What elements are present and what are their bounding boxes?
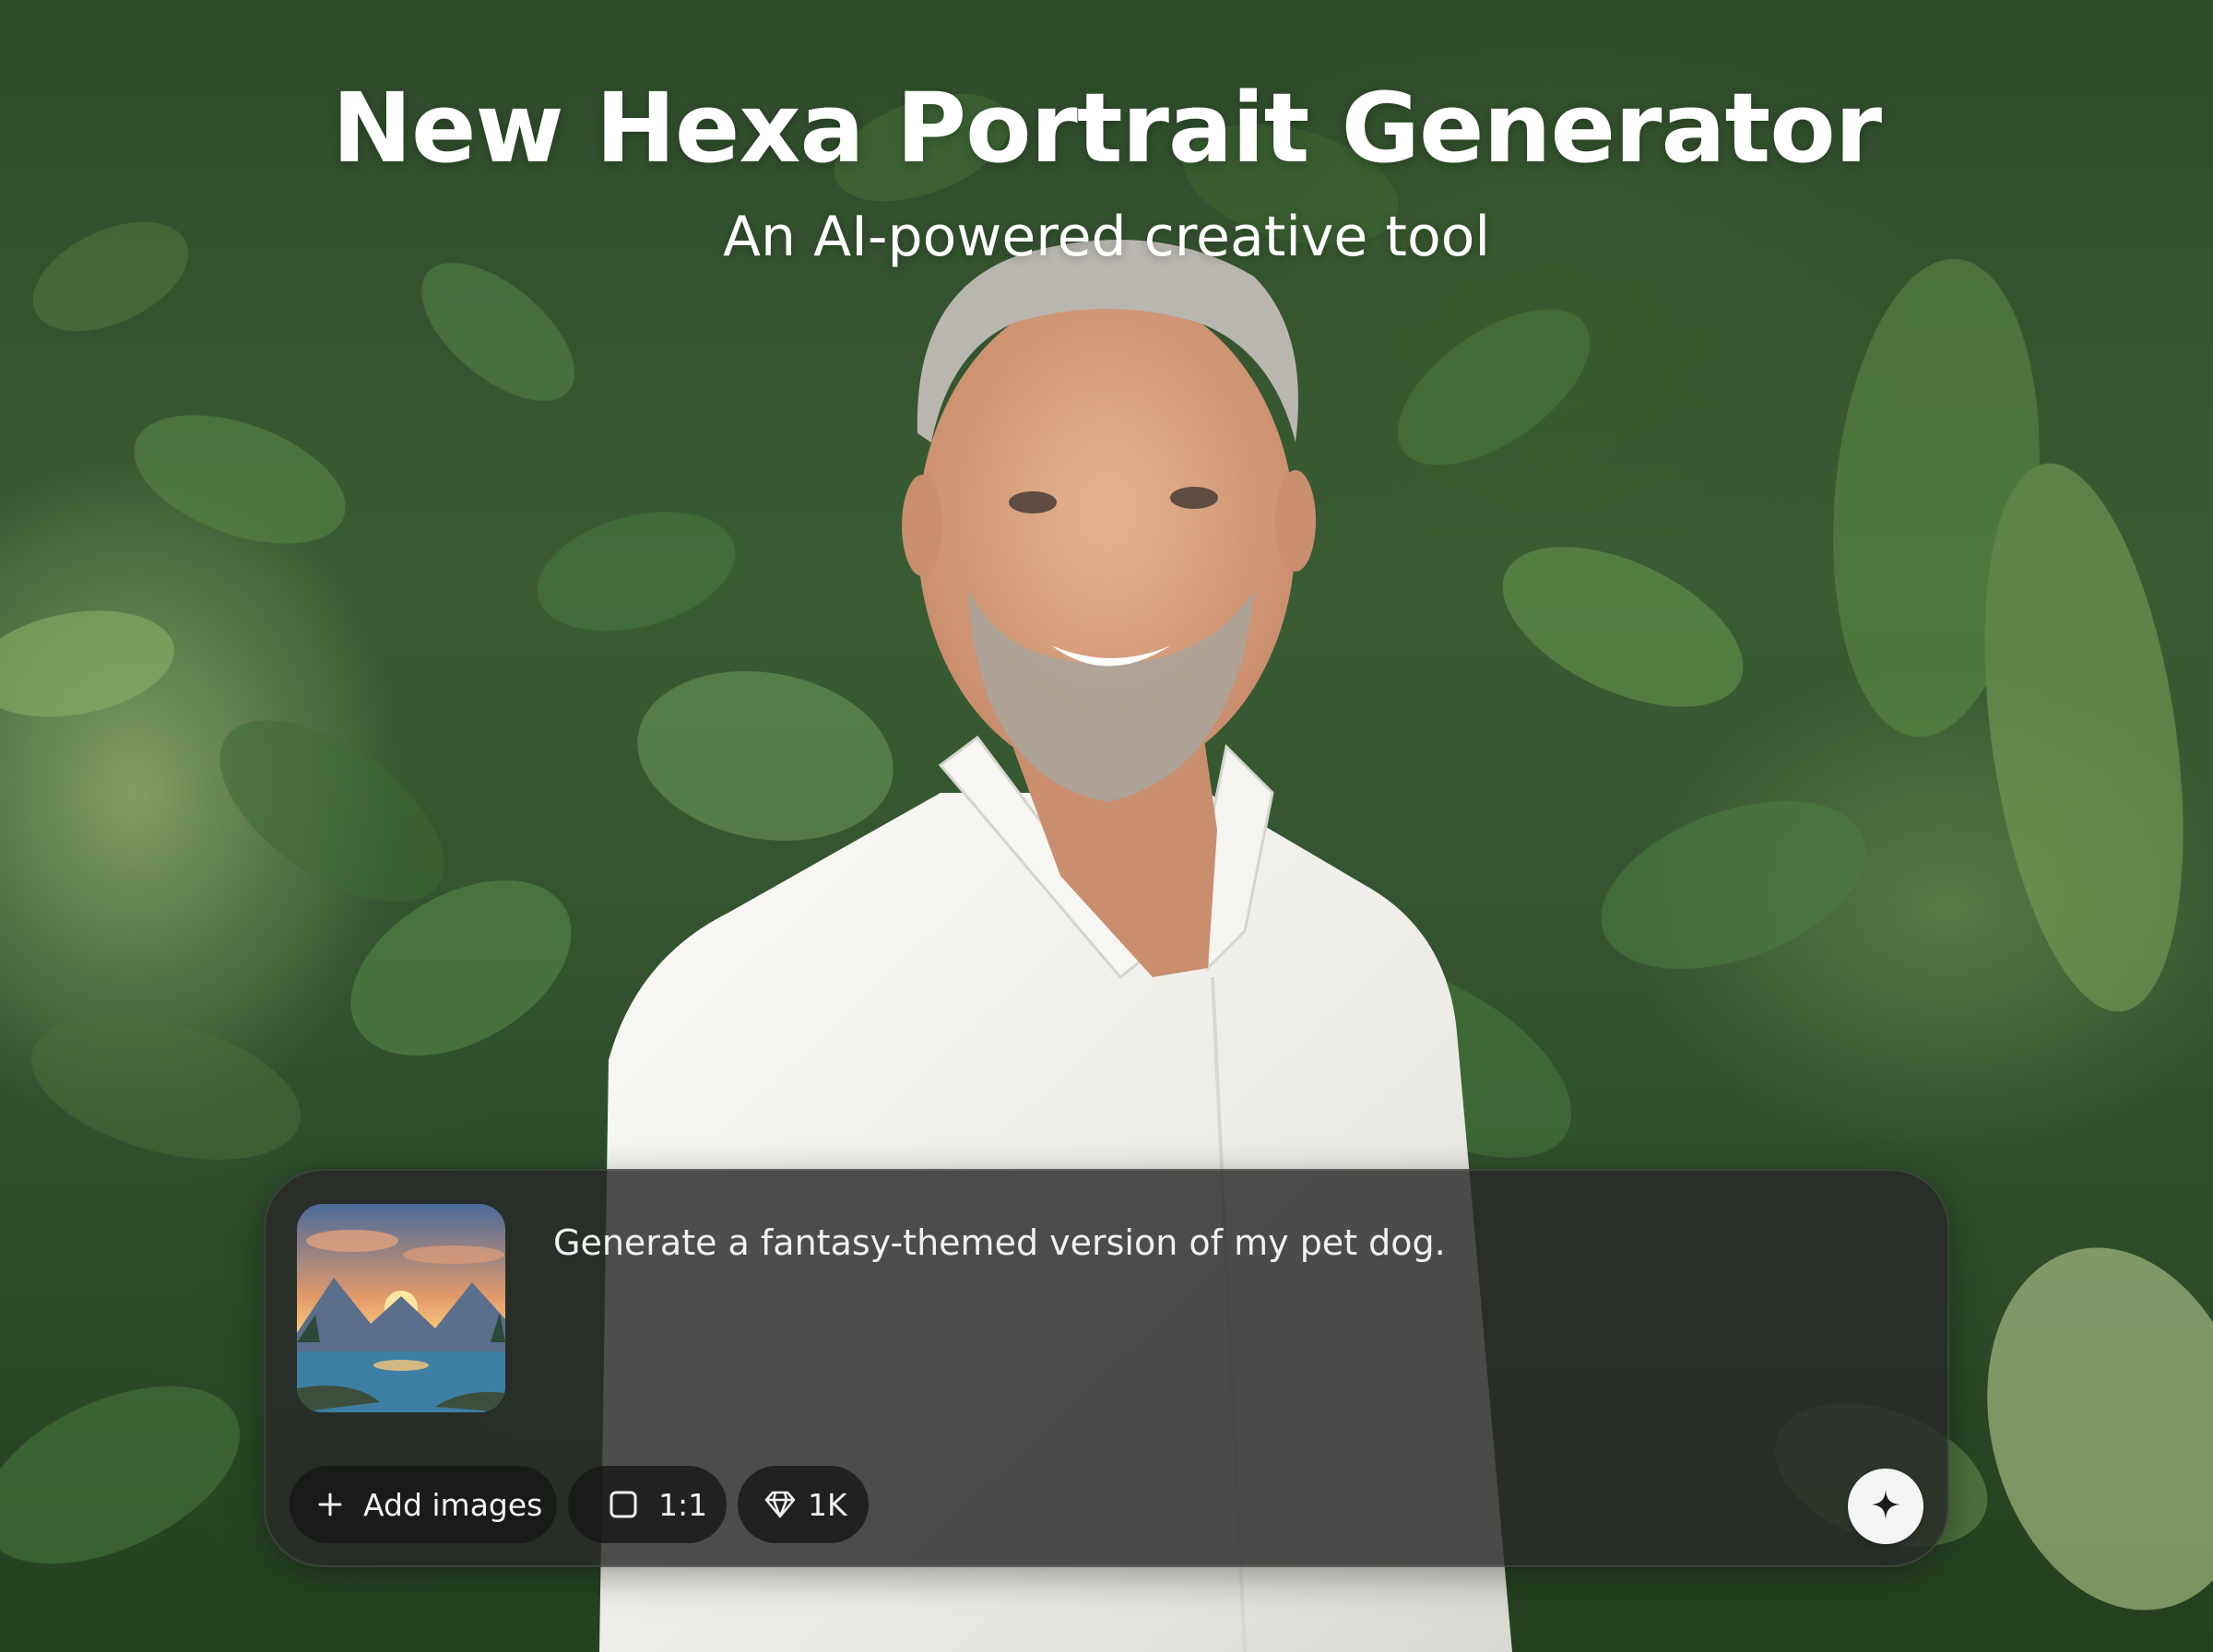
prompt-input[interactable]: Generate a fantasy-themed version of my … <box>553 1222 1446 1263</box>
resolution-label: 1K <box>808 1486 847 1523</box>
attached-image-thumbnail[interactable] <box>297 1204 505 1412</box>
aspect-ratio-label: 1:1 <box>658 1486 708 1523</box>
add-images-button[interactable]: Add images <box>290 1466 557 1543</box>
aspect-ratio-button[interactable]: 1:1 <box>568 1466 727 1543</box>
sunset-lake-mountain-image <box>297 1204 505 1412</box>
page-subtitle: An AI-powered creative tool <box>722 205 1491 269</box>
generate-button[interactable] <box>1848 1469 1923 1544</box>
hero-stage: New Hexa Portrait Generator An AI-powere… <box>0 0 2213 1652</box>
square-icon <box>609 1490 638 1519</box>
prompt-card: Generate a fantasy-themed version of my … <box>264 1169 1949 1567</box>
resolution-button[interactable]: 1K <box>738 1466 869 1543</box>
diamond-icon <box>763 1490 797 1519</box>
add-images-label: Add images <box>363 1486 543 1523</box>
page-title: New Hexa Portrait Generator <box>331 72 1882 184</box>
sparkle-icon <box>1869 1488 1902 1526</box>
plus-icon <box>317 1492 343 1517</box>
